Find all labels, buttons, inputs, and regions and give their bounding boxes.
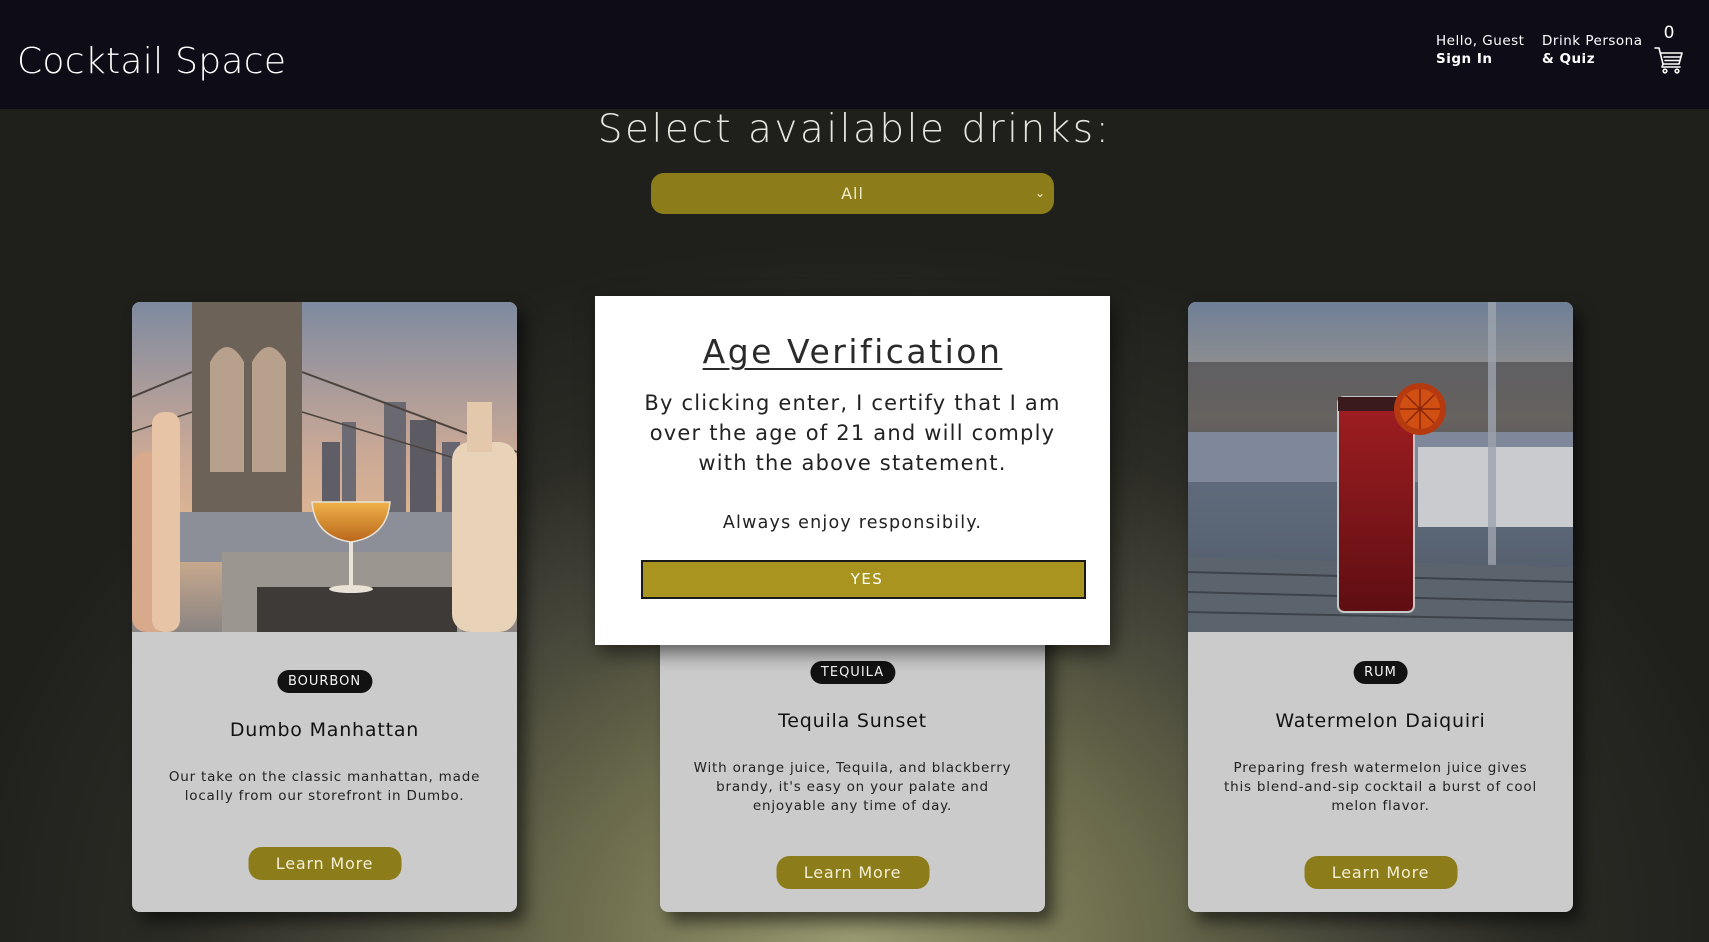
sign-in-label: Sign In [1436,51,1493,67]
category-badge: TEQUILA [809,661,896,684]
drink-description: With orange juice, Tequila, and blackber… [693,760,1012,814]
cart-count: 0 [1663,23,1675,43]
brand-logo[interactable]: Cocktail Space [17,38,286,86]
age-verification-modal: Age Verification By clicking enter, I ce… [595,296,1110,645]
cart-icon [1654,47,1683,74]
drink-filter-select[interactable]: All ⌄ [651,173,1054,214]
drink-name: Watermelon Daiquiri [1275,710,1486,732]
modal-statement: By clicking enter, I certify that I am o… [644,391,1061,475]
modal-note: Always enjoy responsibily. [722,513,983,533]
cart-button[interactable]: 0 [1652,22,1686,76]
category-badge: BOURBON [276,670,373,693]
drink-image-dumbo-manhattan [132,302,517,632]
drink-image-watermelon-daiquiri [1188,302,1573,632]
quiz-label: & Quiz [1542,51,1596,67]
sign-in-link[interactable]: Hello, Guest Sign In [1436,32,1524,68]
modal-title: Age Verification [702,332,1003,371]
yes-button[interactable]: YES [641,560,1086,599]
filter-selected-value: All [841,184,864,203]
drink-description: Preparing fresh watermelon juice gives t… [1224,760,1537,814]
learn-more-button[interactable]: Learn More [776,856,929,889]
learn-more-button[interactable]: Learn More [1304,856,1457,889]
learn-more-button[interactable]: Learn More [248,847,401,880]
persona-label: Drink Persona [1542,33,1643,49]
chevron-down-icon: ⌄ [1034,186,1046,200]
filter-heading: Select available drinks: [597,107,1112,152]
drink-description: Our take on the classic manhattan, made … [168,769,481,804]
drink-card-watermelon-daiquiri: RUM Watermelon Daiquiri Preparing fresh … [1188,302,1573,912]
top-navbar: Cocktail Space Hello, Guest Sign In Drin… [0,0,1709,109]
drink-name: Tequila Sunset [778,710,927,732]
drink-persona-quiz-link[interactable]: Drink Persona & Quiz [1542,32,1643,68]
drink-card-dumbo-manhattan: BOURBON Dumbo Manhattan Our take on the … [132,302,517,912]
drink-name: Dumbo Manhattan [229,719,420,741]
category-badge: RUM [1353,661,1408,684]
greeting-text: Hello, Guest [1436,33,1525,49]
